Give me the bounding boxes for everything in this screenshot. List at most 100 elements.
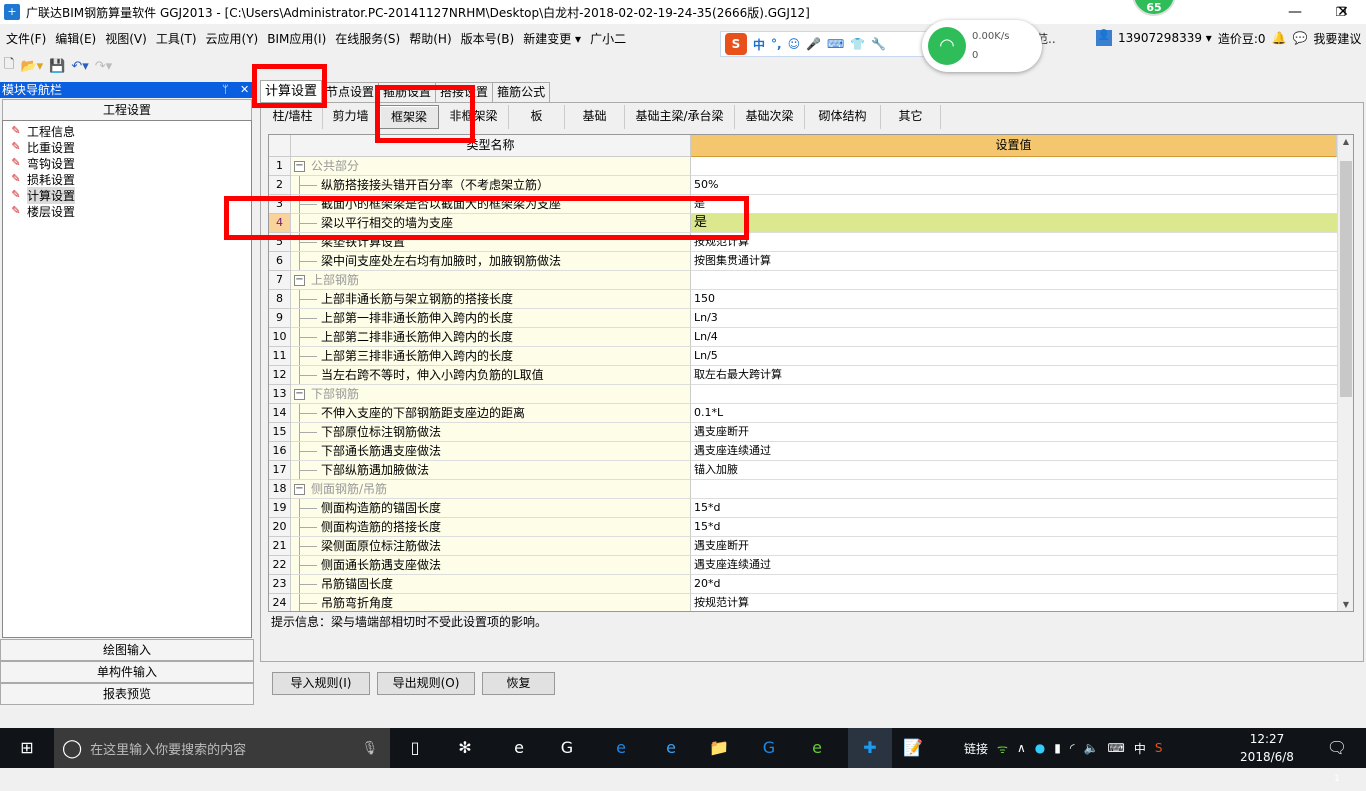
menu-item[interactable]: 工具(T) [156, 30, 197, 47]
row-value[interactable] [691, 271, 1337, 290]
account-phone[interactable]: 13907298339 ▾ [1118, 31, 1212, 45]
menu-item[interactable]: 广小二 [590, 30, 626, 47]
table-row[interactable]: 13− 下部钢筋 [269, 385, 1353, 404]
row-value[interactable]: 按规范计算 [691, 594, 1337, 611]
table-row[interactable]: 2 纵筋搭接接头错开百分率（不考虑架立筋） 50% [269, 176, 1353, 195]
notification-center-icon[interactable]: 🗨1 [1324, 736, 1350, 784]
ime-punct[interactable]: °, [771, 37, 782, 51]
sogou-tray-icon[interactable]: S [1155, 741, 1163, 755]
minimize-button[interactable]: — [1272, 0, 1318, 24]
menu-item[interactable]: 文件(F) [6, 30, 46, 47]
row-value[interactable]: 遇支座连续通过 [691, 556, 1337, 575]
row-value[interactable]: 150 [691, 290, 1337, 309]
nav-single-component-input[interactable]: 单构件输入 [0, 661, 254, 683]
keyboard-tray-icon[interactable]: ⌨ [1107, 741, 1124, 755]
row-value[interactable]: 是 [691, 195, 1337, 214]
collapse-icon[interactable]: − [294, 484, 305, 495]
nav-drawing-input[interactable]: 绘图输入 [0, 639, 254, 661]
import-rules-button[interactable]: 导入规则(I) [272, 672, 370, 695]
menu-item[interactable]: 版本号(B) [461, 30, 515, 47]
windows-start-icon[interactable]: ⊞ [14, 736, 40, 760]
close-button[interactable]: ✕ [1320, 0, 1366, 24]
menu-item[interactable]: 在线服务(S) [335, 30, 400, 47]
row-value[interactable] [691, 480, 1337, 499]
glodon-g-icon[interactable]: G [756, 736, 782, 760]
scroll-up-icon[interactable]: ▲ [1338, 137, 1353, 146]
ggj-app-icon[interactable]: ✚ [848, 728, 892, 768]
table-row[interactable]: 18− 侧面钢筋/吊筋 [269, 480, 1353, 499]
export-rules-button[interactable]: 导出规则(O) [377, 672, 475, 695]
collapse-icon[interactable]: − [294, 161, 305, 172]
subtab-1[interactable]: 剪力墙 [323, 105, 379, 129]
tab-4[interactable]: 箍筋公式 [492, 82, 551, 102]
row-value[interactable]: 0.1*L [691, 404, 1337, 423]
battery-tray-icon[interactable]: ▮ [1054, 741, 1061, 755]
row-value[interactable]: 锚入加腋 [691, 461, 1337, 480]
table-row[interactable]: 16 下部通长筋遇支座做法 遇支座连续通过 [269, 442, 1353, 461]
row-value[interactable]: 15*d [691, 518, 1337, 537]
row-value[interactable]: Ln/3 [691, 309, 1337, 328]
task-view-icon[interactable]: ▯ [402, 736, 428, 760]
row-value[interactable]: 遇支座断开 [691, 423, 1337, 442]
mic-icon[interactable]: 🎙 [361, 741, 378, 756]
swirl-app-icon[interactable]: G [554, 736, 580, 760]
open-folder-icon[interactable]: 📂▾ [20, 59, 43, 74]
network-tray-icon[interactable]: ◜ [1070, 741, 1075, 755]
nav-item[interactable]: ✎ 工程信息 [5, 123, 249, 139]
tab-2[interactable]: 箍筋设置 [378, 82, 437, 102]
menu-item[interactable]: 新建变更 ▾ [523, 30, 581, 47]
emoji-icon[interactable]: ☺ [788, 37, 801, 51]
row-value[interactable]: Ln/5 [691, 347, 1337, 366]
volume-icon[interactable]: 🔈 [1084, 741, 1099, 755]
vertical-scrollbar[interactable]: ▲ ▼ [1337, 135, 1353, 611]
menu-item[interactable]: 编辑(E) [55, 30, 96, 47]
file-explorer-icon[interactable]: 📁 [706, 736, 732, 760]
subtab-8[interactable]: 砌体结构 [805, 105, 881, 129]
table-row[interactable]: 7− 上部钢筋 [269, 271, 1353, 290]
scroll-thumb[interactable] [1340, 161, 1352, 397]
restore-button[interactable]: 恢复 [482, 672, 555, 695]
tab-1[interactable]: 节点设置 [321, 82, 380, 102]
nav-item[interactable]: ✎ 比重设置 [5, 139, 249, 155]
subtab-7[interactable]: 基础次梁 [735, 105, 805, 129]
nav-section-project-settings[interactable]: 工程设置 [2, 99, 252, 121]
ime-toolbar[interactable]: S 中 °, ☺ 🎤 ⌨ 👕 🔧 [720, 31, 935, 57]
table-row[interactable]: 17 下部纵筋遇加腋做法 锚入加腋 [269, 461, 1353, 480]
subtab-6[interactable]: 基础主梁/承台梁 [625, 105, 735, 129]
table-row[interactable]: 19 侧面构造筋的锚固长度 15*d [269, 499, 1353, 518]
row-value[interactable]: 取左右最大跨计算 [691, 366, 1337, 385]
row-value[interactable] [691, 157, 1337, 176]
subtab-2[interactable]: 框架梁 [379, 105, 439, 129]
row-value[interactable]: 遇支座连续通过 [691, 442, 1337, 461]
table-row[interactable]: 4 梁以平行相交的墙为支座 是 [269, 214, 1353, 233]
subtab-0[interactable]: 柱/墙柱 [263, 105, 323, 129]
table-row[interactable]: 1− 公共部分 [269, 157, 1353, 176]
menu-item[interactable]: 云应用(Y) [206, 30, 259, 47]
nav-item[interactable]: ✎ 弯钩设置 [5, 155, 249, 171]
table-row[interactable]: 11 上部第三排非通长筋伸入跨内的长度 Ln/5 [269, 347, 1353, 366]
table-row[interactable]: 12 当左右跨不等时，伸入小跨内负筋的L取值 取左右最大跨计算 [269, 366, 1353, 385]
chat-tray-icon[interactable]: ● [1035, 741, 1045, 755]
menu-item[interactable]: 帮助(H) [409, 30, 451, 47]
pin-icon[interactable]: ᛘ [222, 82, 229, 98]
row-value[interactable]: 是 [691, 214, 1337, 233]
close-nav-icon[interactable]: ✕ [240, 82, 249, 98]
table-row[interactable]: 21 梁侧面原位标注筋做法 遇支座断开 [269, 537, 1353, 556]
table-row[interactable]: 24 吊筋弯折角度 按规范计算 [269, 594, 1353, 611]
nav-item[interactable]: ✎ 损耗设置 [5, 171, 249, 187]
row-value[interactable] [691, 385, 1337, 404]
subtab-5[interactable]: 基础 [565, 105, 625, 129]
tray-link[interactable]: 链接 [964, 740, 988, 757]
new-file-icon[interactable]: 🗋 [4, 55, 14, 77]
nav-item[interactable]: ✎ 计算设置 [5, 186, 249, 204]
tray-expand-icon[interactable]: ∧ [1017, 741, 1026, 755]
table-row[interactable]: 9 上部第一排非通长筋伸入跨内的长度 Ln/3 [269, 309, 1353, 328]
notepad-app-icon[interactable]: 📝 [900, 736, 926, 760]
bell-icon[interactable]: 🔔 [1272, 31, 1287, 45]
table-row[interactable]: 14 不伸入支座的下部钢筋距支座边的距离 0.1*L [269, 404, 1353, 423]
menu-item[interactable]: BIM应用(I) [267, 30, 326, 47]
row-value[interactable]: 50% [691, 176, 1337, 195]
table-row[interactable]: 10 上部第二排非通长筋伸入跨内的长度 Ln/4 [269, 328, 1353, 347]
row-value[interactable]: 20*d [691, 575, 1337, 594]
row-value[interactable]: Ln/4 [691, 328, 1337, 347]
